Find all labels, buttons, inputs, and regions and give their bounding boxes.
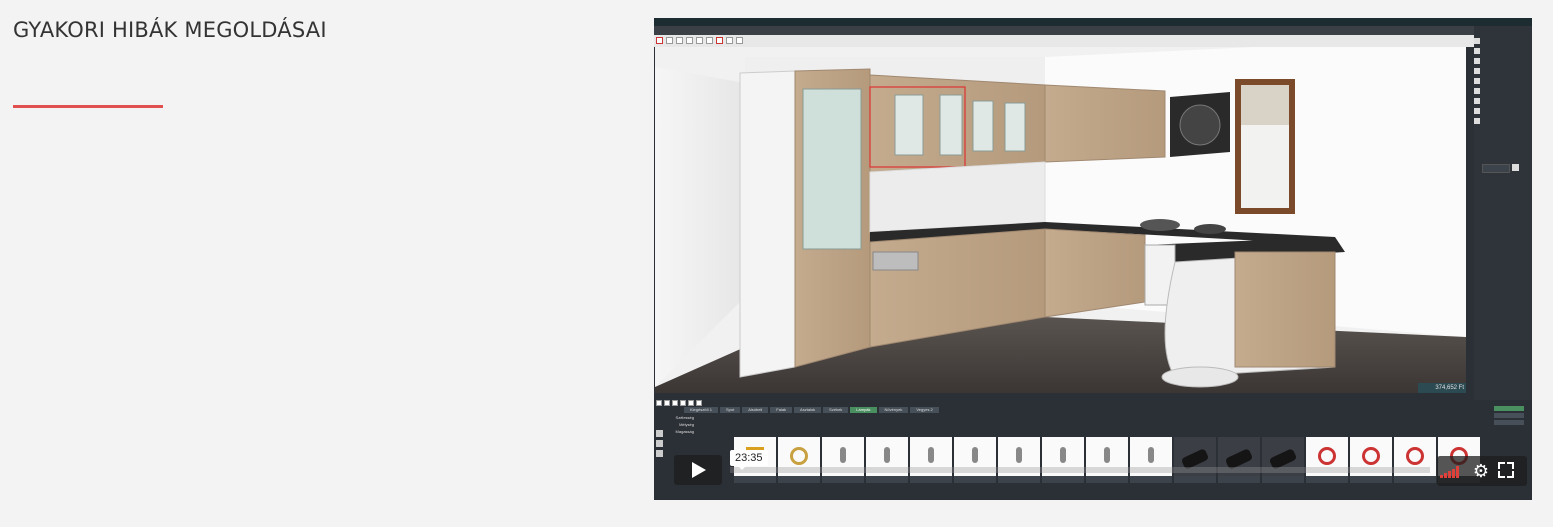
right-panel-tabs	[1474, 26, 1532, 30]
kitchen-3d-viewport	[655, 47, 1466, 393]
panel-icon	[1474, 68, 1480, 74]
catalog-tab: Növények	[878, 407, 909, 413]
toolbar-button	[696, 400, 702, 406]
duration-label: 23:35	[730, 450, 768, 470]
toolbar-button	[656, 400, 662, 406]
price-display: 374,652 Ft	[1418, 383, 1466, 393]
toolbar-button	[664, 400, 670, 406]
catalog-tab: Vegyes 2	[910, 407, 939, 413]
panel-icon	[1474, 58, 1480, 64]
app-menubar	[654, 26, 1532, 35]
panel-icon	[1474, 78, 1480, 84]
catalog-tab: Alsóbeli	[742, 407, 769, 413]
toolbar-button	[676, 37, 683, 44]
dimension-label: Mélység	[679, 422, 694, 427]
catalog-action-button	[1494, 413, 1524, 418]
catalog-action-button	[1494, 406, 1524, 411]
video-player[interactable]: 374,652 Ft Kiegészítő 1 Spot Alsóbeli Fa…	[654, 18, 1532, 500]
toolbar-button	[680, 400, 686, 406]
toolbar-button	[656, 37, 663, 44]
play-icon	[692, 462, 706, 478]
toolbar-button	[726, 37, 733, 44]
toolbar-button	[736, 37, 743, 44]
catalog-tabs: Kiegészítő 1 Spot Alsóbeli Falak Asztalo…	[684, 407, 939, 413]
catalog-side-buttons	[1494, 406, 1524, 427]
right-panel	[1474, 18, 1532, 408]
app-toolbar	[654, 35, 1474, 47]
catalog-tab: Spot	[720, 407, 741, 413]
panel-dropdown-button	[1512, 164, 1519, 171]
toolbar-button	[688, 400, 694, 406]
title-underline	[13, 105, 163, 108]
side-icon	[656, 430, 663, 437]
toolbar-button	[706, 37, 713, 44]
panel-icon	[1474, 88, 1480, 94]
catalog-toolbar	[656, 400, 702, 406]
catalog-action-button	[1494, 420, 1524, 425]
dimension-label: Szélesség	[675, 415, 694, 420]
right-panel-header	[1474, 18, 1532, 26]
catalog-tab: Falak	[770, 407, 793, 413]
page-title: GYAKORI HIBÁK MEGOLDÁSAI	[13, 18, 327, 42]
catalog-tab: Székek	[823, 407, 849, 413]
gear-icon[interactable]: ⚙	[1472, 462, 1490, 480]
panel-icon	[1474, 108, 1480, 114]
panel-icon	[1474, 118, 1480, 124]
toolbar-button	[672, 400, 678, 406]
toolbar-button	[696, 37, 703, 44]
fullscreen-icon[interactable]	[1498, 462, 1514, 478]
toolbar-button	[716, 37, 723, 44]
toolbar-button	[686, 37, 693, 44]
catalog-tab: Asztalok	[794, 407, 822, 413]
side-icon	[656, 440, 663, 447]
right-panel-icons	[1474, 38, 1480, 128]
play-button[interactable]	[674, 455, 722, 485]
progress-bar[interactable]	[730, 467, 1430, 473]
panel-dropdown	[1482, 164, 1510, 173]
catalog-tab-active: Lámpák	[850, 407, 877, 413]
panel-icon	[1474, 38, 1480, 44]
volume-icon[interactable]	[1440, 466, 1462, 478]
panel-icon	[1474, 48, 1480, 54]
catalog-tab: Kiegészítő 1	[684, 407, 719, 413]
panel-icon	[1474, 98, 1480, 104]
toolbar-button	[666, 37, 673, 44]
app-titlebar	[654, 18, 1532, 26]
video-controls: 23:35 ⚙	[654, 450, 1532, 488]
